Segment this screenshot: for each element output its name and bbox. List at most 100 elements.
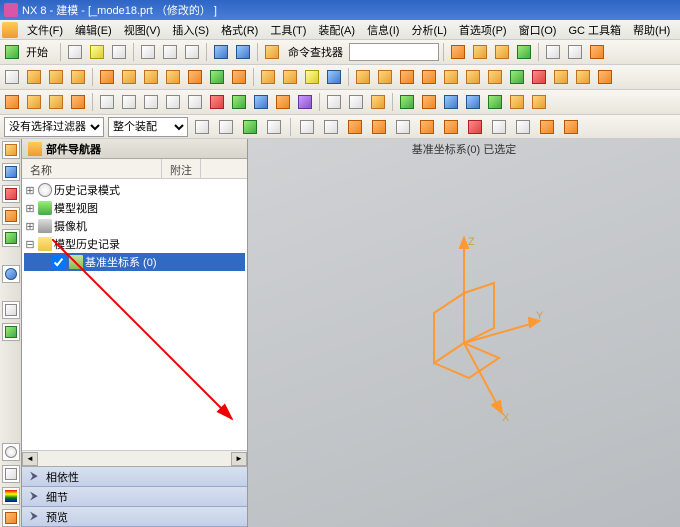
feature-f-icon[interactable]: [207, 67, 227, 87]
menu-tools[interactable]: 工具(T): [264, 20, 312, 40]
menu-gc[interactable]: GC 工具箱: [562, 20, 627, 40]
nav-clock-icon[interactable]: [2, 443, 20, 461]
asm-f-icon[interactable]: [463, 67, 483, 87]
t3-l-icon[interactable]: [251, 92, 271, 112]
flt-f-icon[interactable]: [321, 117, 341, 137]
tab-dependency[interactable]: ⮞相依性: [22, 467, 247, 487]
feature-a-icon[interactable]: [97, 67, 117, 87]
expand-icon[interactable]: ⊞: [24, 202, 36, 215]
nav-history-icon[interactable]: [2, 301, 20, 319]
asm-j-icon[interactable]: [551, 67, 571, 87]
t3-f-icon[interactable]: [119, 92, 139, 112]
col-name[interactable]: 名称: [22, 159, 162, 178]
nav-reuse-icon[interactable]: [2, 207, 20, 225]
asm-k-icon[interactable]: [573, 67, 593, 87]
scroll-left-icon[interactable]: ◄: [22, 452, 38, 466]
feature-b-icon[interactable]: [119, 67, 139, 87]
extrude-icon[interactable]: [24, 67, 44, 87]
t3-b-icon[interactable]: [24, 92, 44, 112]
t3-g-icon[interactable]: [141, 92, 161, 112]
t3-h-icon[interactable]: [163, 92, 183, 112]
asm-l-icon[interactable]: [595, 67, 615, 87]
nav-color-icon[interactable]: [2, 487, 20, 505]
t3-k-icon[interactable]: [229, 92, 249, 112]
app-menu-icon[interactable]: [2, 22, 18, 38]
col-note[interactable]: 附注: [162, 159, 201, 178]
cut-icon[interactable]: [138, 42, 158, 62]
tree-node-datum-csys[interactable]: 基准坐标系 (0): [24, 253, 245, 271]
asm-i-icon[interactable]: [529, 67, 549, 87]
hole-icon[interactable]: [68, 67, 88, 87]
sketch-icon[interactable]: [2, 67, 22, 87]
nav-constraint-icon[interactable]: [2, 185, 20, 203]
flt-m-icon[interactable]: [489, 117, 509, 137]
flt-d-icon[interactable]: [264, 117, 284, 137]
selection-filter-select[interactable]: 没有选择过滤器: [4, 117, 104, 137]
flt-i-icon[interactable]: [393, 117, 413, 137]
nav-tri-icon[interactable]: [2, 509, 20, 527]
t3-w-icon[interactable]: [507, 92, 527, 112]
t3-c-icon[interactable]: [46, 92, 66, 112]
tool-f-icon[interactable]: [565, 42, 585, 62]
tool-g-icon[interactable]: [587, 42, 607, 62]
flt-h-icon[interactable]: [369, 117, 389, 137]
bool-b-icon[interactable]: [280, 67, 300, 87]
t3-s-icon[interactable]: [419, 92, 439, 112]
asm-d-icon[interactable]: [419, 67, 439, 87]
menu-format[interactable]: 格式(R): [215, 20, 264, 40]
start-label[interactable]: 开始: [24, 44, 56, 60]
node-checkbox[interactable]: [52, 256, 65, 269]
flt-b-icon[interactable]: [216, 117, 236, 137]
command-finder-input[interactable]: [349, 43, 439, 61]
t3-o-icon[interactable]: [324, 92, 344, 112]
flt-k-icon[interactable]: [441, 117, 461, 137]
start-button[interactable]: [2, 42, 22, 62]
nav-part-icon[interactable]: [2, 141, 20, 159]
flt-o-icon[interactable]: [537, 117, 557, 137]
flt-g-icon[interactable]: [345, 117, 365, 137]
tab-preview[interactable]: ⮞预览: [22, 507, 247, 527]
flt-l-icon[interactable]: [465, 117, 485, 137]
asm-b-icon[interactable]: [375, 67, 395, 87]
t3-r-icon[interactable]: [397, 92, 417, 112]
feature-c-icon[interactable]: [141, 67, 161, 87]
asm-e-icon[interactable]: [441, 67, 461, 87]
menu-assemblies[interactable]: 装配(A): [312, 20, 361, 40]
tree[interactable]: ⊞历史记录模式 ⊞模型视图 ⊞摄像机 ⊟模型历史记录 基准坐标系 (0): [22, 179, 247, 450]
t3-t-icon[interactable]: [441, 92, 461, 112]
nav-process-icon[interactable]: [2, 323, 20, 341]
asm-c-icon[interactable]: [397, 67, 417, 87]
copy-icon[interactable]: [160, 42, 180, 62]
command-finder-label[interactable]: 命令查找器: [284, 44, 347, 60]
tool-e-icon[interactable]: [543, 42, 563, 62]
t3-j-icon[interactable]: [207, 92, 227, 112]
save-icon[interactable]: [109, 42, 129, 62]
menu-preferences[interactable]: 首选项(P): [453, 20, 513, 40]
asm-g-icon[interactable]: [485, 67, 505, 87]
menu-file[interactable]: 文件(F): [21, 20, 69, 40]
command-finder-icon[interactable]: [262, 42, 282, 62]
feature-e-icon[interactable]: [185, 67, 205, 87]
t3-x-icon[interactable]: [529, 92, 549, 112]
flt-p-icon[interactable]: [561, 117, 581, 137]
tool-b-icon[interactable]: [470, 42, 490, 62]
menu-insert[interactable]: 插入(S): [166, 20, 215, 40]
t3-m-icon[interactable]: [273, 92, 293, 112]
assembly-filter-select[interactable]: 整个装配: [108, 117, 188, 137]
collapse-icon[interactable]: ⊟: [24, 238, 36, 251]
tool-d-icon[interactable]: [514, 42, 534, 62]
new-icon[interactable]: [65, 42, 85, 62]
menu-help[interactable]: 帮助(H): [627, 20, 676, 40]
nav-hd3d-icon[interactable]: [2, 229, 20, 247]
t3-i-icon[interactable]: [185, 92, 205, 112]
nav-layer-icon[interactable]: [2, 465, 20, 483]
tool-a-icon[interactable]: [448, 42, 468, 62]
tool-c-icon[interactable]: [492, 42, 512, 62]
menu-analysis[interactable]: 分析(L): [405, 20, 452, 40]
flt-j-icon[interactable]: [417, 117, 437, 137]
nav-browser-icon[interactable]: [2, 265, 20, 283]
datum-csys-gizmo[interactable]: Z Y X: [384, 233, 544, 433]
t3-u-icon[interactable]: [463, 92, 483, 112]
tree-node-model-history[interactable]: ⊟模型历史记录: [24, 235, 245, 253]
revolve-icon[interactable]: [46, 67, 66, 87]
